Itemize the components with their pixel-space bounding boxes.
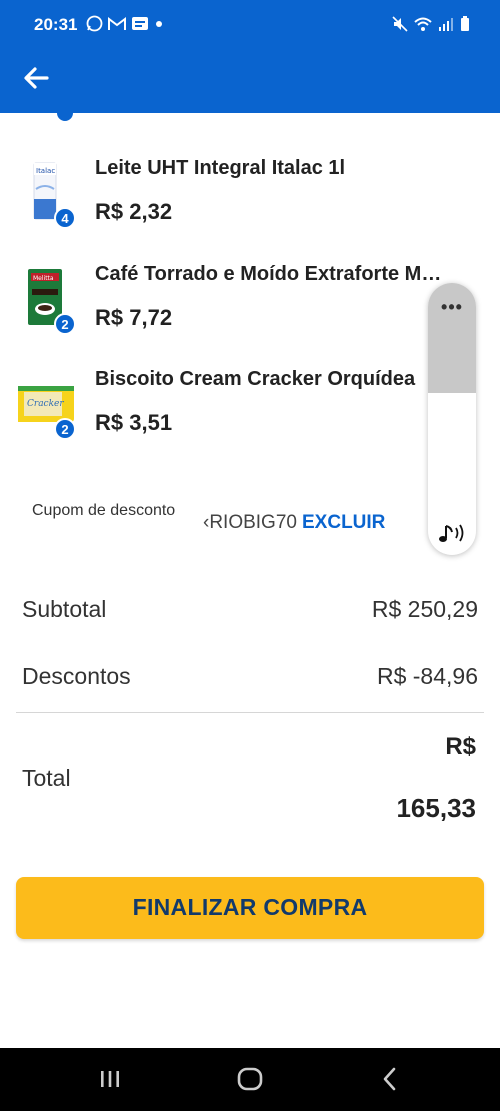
- coupon-row: Cupom de desconto ‹RIOBIG70 EXCLUIR: [0, 495, 500, 535]
- checkout-label: FINALIZAR COMPRA: [132, 894, 368, 920]
- discount-value: R$ -84,96: [376, 663, 478, 689]
- discount-row: Descontos R$ -84,96: [0, 663, 500, 703]
- product-name: Café Torrado e Moído Extraforte Melitta: [95, 263, 447, 285]
- product-name: Leite UHT Integral Italac 1l: [95, 157, 346, 179]
- remove-coupon-button[interactable]: EXCLUIR: [302, 512, 385, 534]
- mute-icon: [392, 16, 408, 32]
- product-price: R$ 2,32: [95, 199, 173, 224]
- wifi-icon: [414, 17, 432, 31]
- coupon-label: Cupom de desconto: [32, 502, 176, 519]
- cart-item-cafe[interactable]: Melitta 2 Café Torrado e Moído Extrafort…: [0, 263, 500, 345]
- product-name: Biscoito Cream Cracker Orquídea: [95, 368, 416, 390]
- signal-icon: [439, 17, 453, 31]
- total-value: 165,33: [396, 793, 476, 823]
- news-icon: [132, 17, 148, 30]
- cart-product-list: Italac 4 Leite UHT Integral Italac 1l R$…: [0, 113, 500, 443]
- gmail-icon: [108, 16, 126, 30]
- dot-icon: [156, 20, 162, 27]
- whatsapp-icon: [86, 15, 103, 32]
- svg-text:Cracker: Cracker: [27, 399, 64, 409]
- status-system-icons: [392, 16, 470, 32]
- battery-icon: [461, 16, 469, 31]
- music-sound-icon[interactable]: [436, 521, 468, 545]
- system-nav-bar: [0, 1048, 500, 1111]
- summary-divider: [16, 712, 484, 713]
- subtotal-label: Subtotal: [22, 596, 107, 622]
- more-options-icon[interactable]: •••: [428, 297, 476, 318]
- subtotal-value: R$ 250,29: [371, 596, 478, 622]
- svg-text:Italac: Italac: [36, 167, 55, 175]
- status-notification-icons: [86, 15, 164, 32]
- product-price: R$ 3,51: [95, 410, 173, 435]
- svg-text:Melitta: Melitta: [33, 275, 54, 282]
- floating-media-panel[interactable]: •••: [428, 283, 476, 555]
- cart-item-biscoito[interactable]: Cracker 2 Biscoito Cream Cracker Orquíde…: [0, 368, 500, 443]
- status-bar: 20:31: [0, 0, 500, 50]
- back-icon[interactable]: [375, 1064, 405, 1094]
- total-label: Total: [22, 765, 71, 791]
- checkout-button[interactable]: FINALIZAR COMPRA: [16, 877, 484, 939]
- status-time: 20:31: [34, 15, 78, 34]
- app-header: 20:31: [0, 0, 500, 113]
- coupon-code: ‹RIOBIG70: [203, 512, 297, 533]
- discount-label: Descontos: [22, 663, 131, 689]
- quantity-badge: 4: [54, 207, 76, 229]
- quantity-badge: 2: [54, 418, 76, 440]
- previous-item-badge: [55, 113, 75, 123]
- subtotal-row: Subtotal R$ 250,29: [0, 596, 500, 636]
- recent-apps-icon[interactable]: [95, 1064, 125, 1094]
- total-currency: R$: [445, 733, 476, 760]
- cart-item-leite[interactable]: Italac 4 Leite UHT Integral Italac 1l R$…: [0, 157, 500, 239]
- quantity-badge: 2: [54, 313, 76, 335]
- product-price: R$ 7,72: [95, 305, 173, 330]
- home-icon[interactable]: [235, 1064, 265, 1094]
- arrow-left-icon[interactable]: [22, 64, 50, 92]
